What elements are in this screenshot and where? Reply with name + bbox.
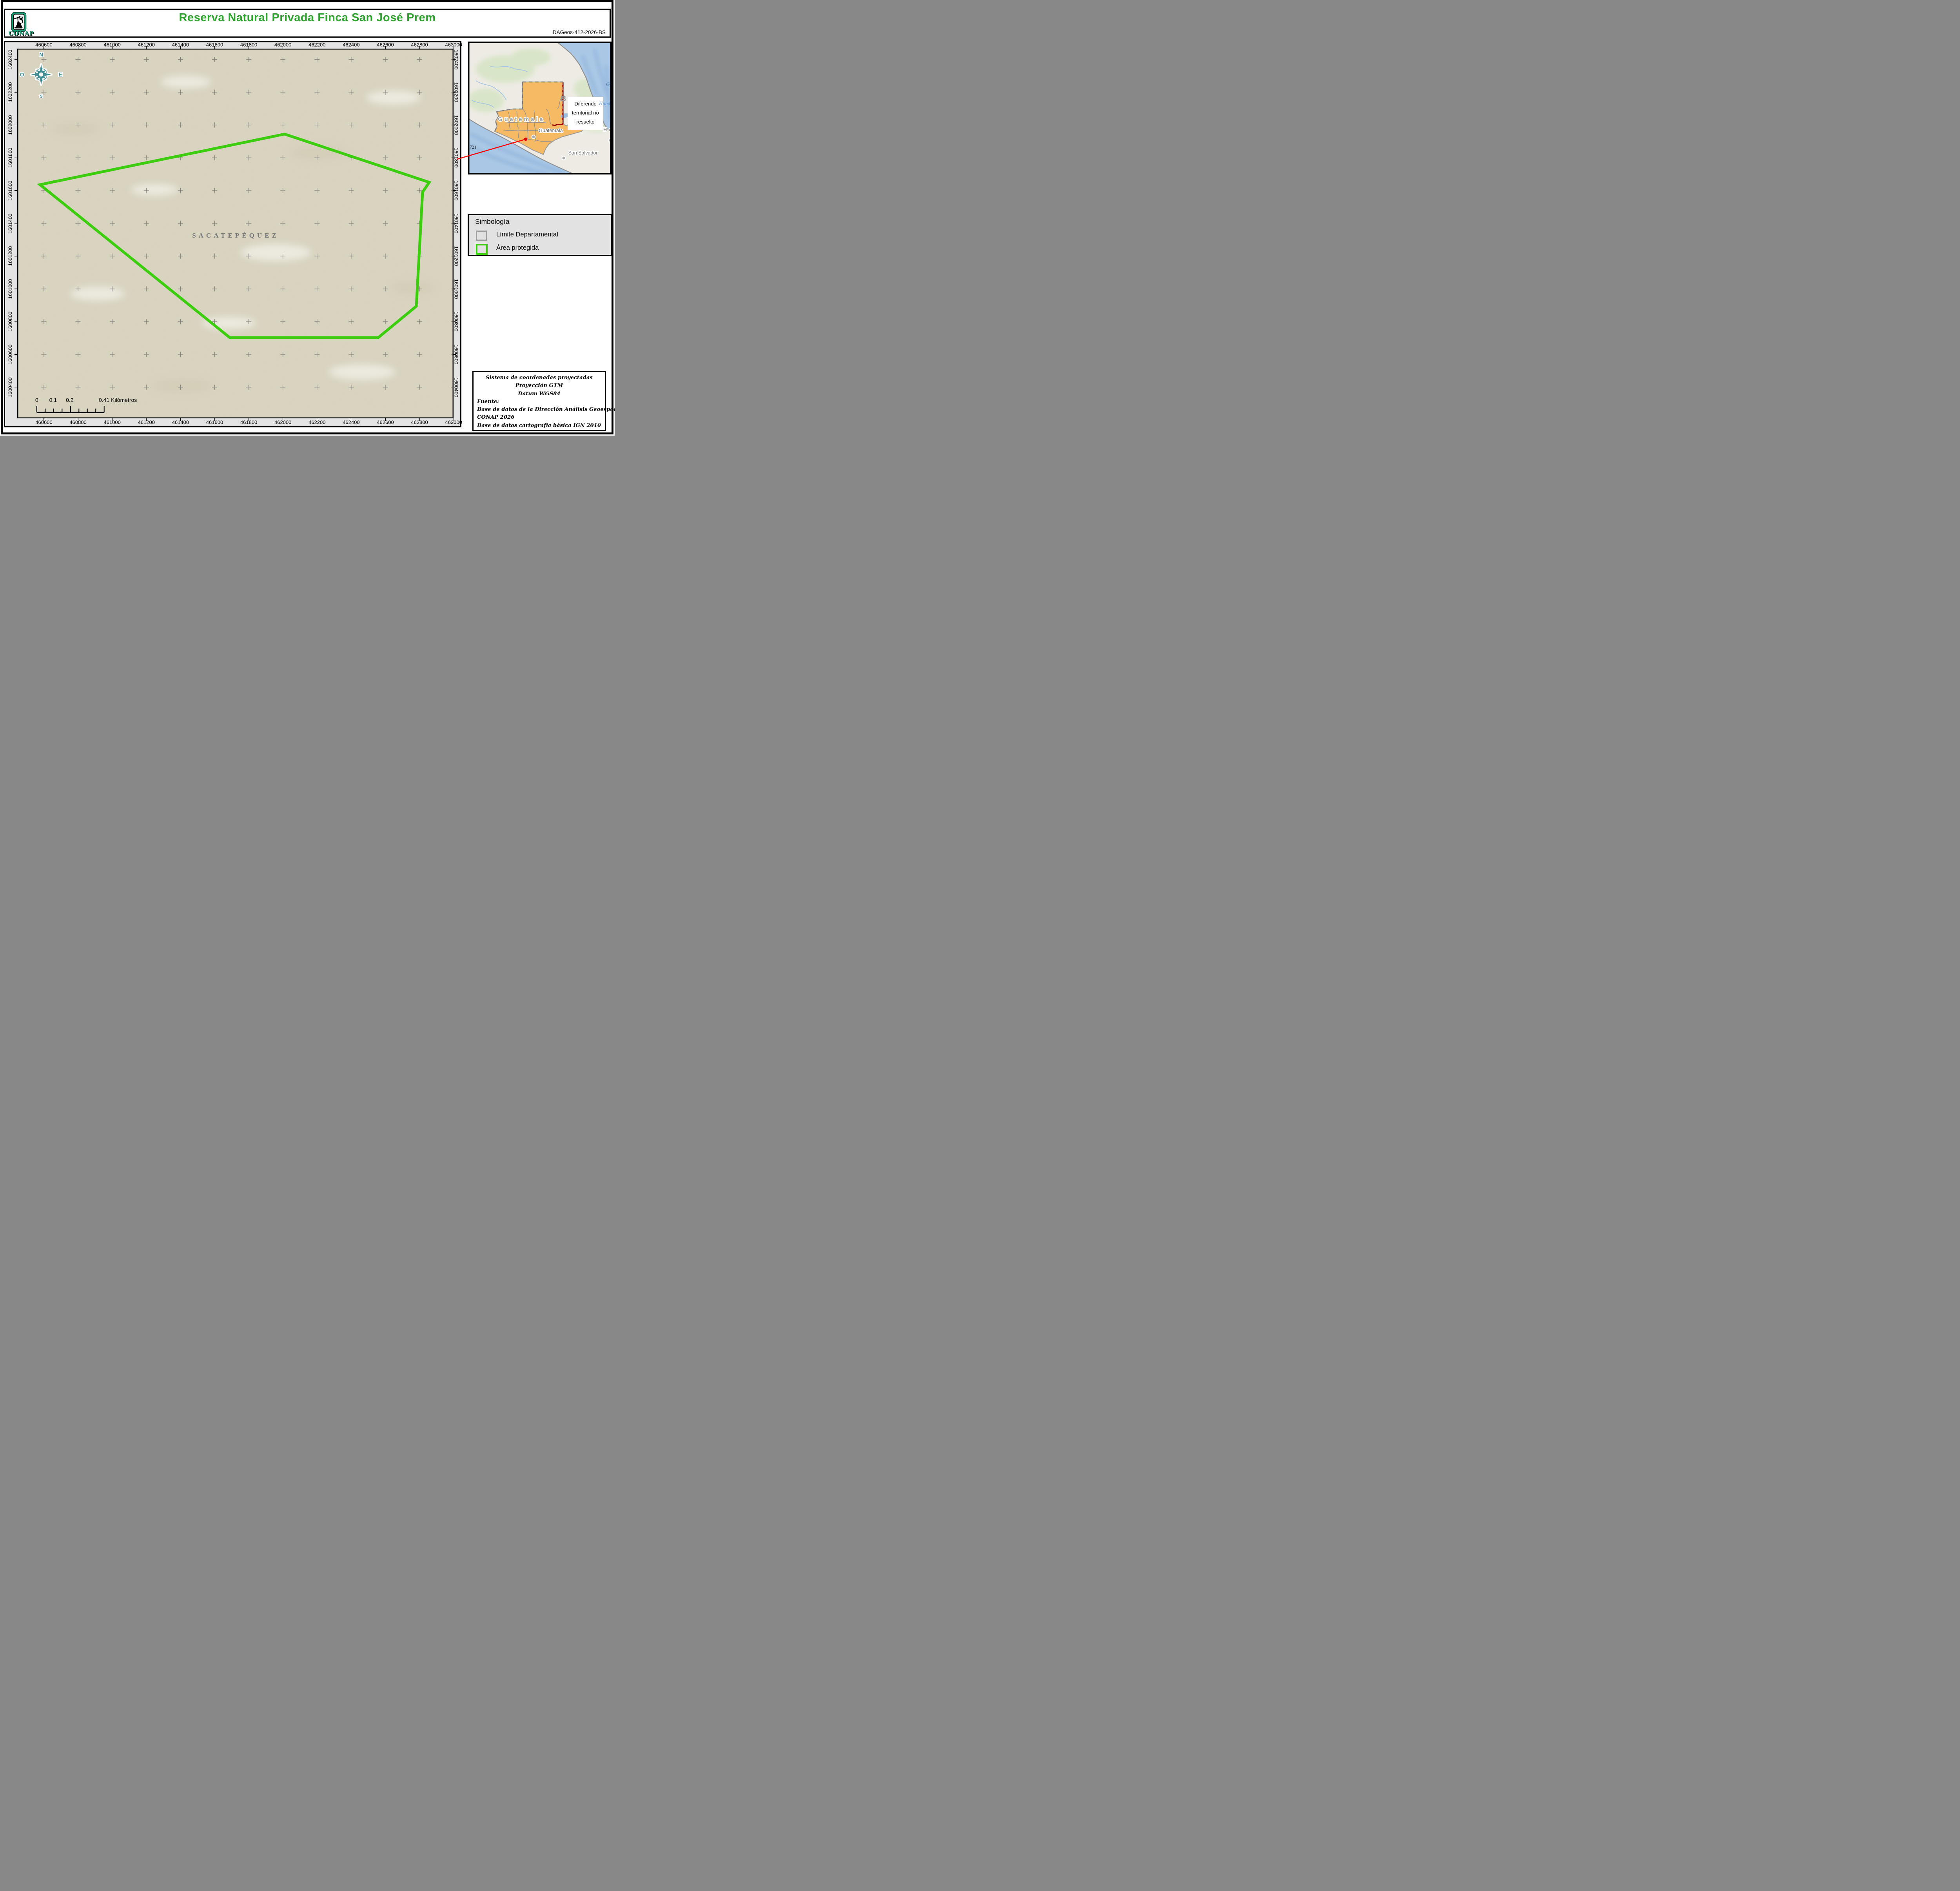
compass-e-label: E: [58, 71, 62, 78]
departmental-limit-swatch: [476, 231, 487, 241]
source-line-1: Base de datos de la Dirección Análisis G…: [477, 407, 615, 413]
inset-san-salvador-dot: [561, 156, 566, 160]
page-title: Reserva Natural Privada Finca San José P…: [179, 11, 436, 24]
graticule-tick: [112, 46, 113, 49]
inset-belize-label: B: [561, 94, 566, 103]
graticule-tick: [419, 46, 420, 49]
inset-locator-map: B Diferendo territorial no resuelto Guat…: [468, 42, 612, 174]
graticule-tick: [180, 46, 181, 49]
protected-area-swatch: [476, 244, 488, 255]
crs-line: Sistema de coordenadas proyectadas: [486, 375, 593, 381]
y-axis-label-left: 1602400: [7, 49, 13, 69]
map-code: DAGeos-412-2026-BS: [552, 29, 606, 35]
inset-gulf-label-2: Hond: [599, 100, 610, 106]
graticule-tick: [112, 418, 113, 421]
y-axis-label-left: 1600400: [7, 377, 13, 397]
y-axis-label-left: 1600800: [7, 312, 13, 332]
source-line-2: CONAP 2026: [477, 414, 515, 421]
legend-item-label: Área protegida: [496, 244, 539, 251]
graticule-tick: [146, 418, 147, 421]
svg-text:resuelto: resuelto: [576, 119, 594, 125]
source-info-box: Sistema de coordenadas proyectadas Proye…: [472, 371, 615, 431]
map-document: CONAP Reserva Natural Privada Finca San …: [0, 0, 615, 436]
projection-line: Proyección GTM: [515, 383, 563, 389]
main-map: 460600 460600 460800 460800 461000 461000 4612…: [4, 41, 462, 427]
y-axis-label-left: 1601000: [7, 279, 13, 299]
y-axis-label-left: 1601400: [7, 213, 13, 233]
scalebar-label-01: 0.1: [49, 397, 57, 403]
graticule-tick: [180, 418, 181, 421]
graticule-tick: [454, 190, 456, 191]
compass-s-label: S: [40, 94, 42, 99]
y-axis-label-left: 1600600: [7, 344, 13, 365]
scalebar-label-02: 0.2: [66, 397, 74, 403]
svg-text:territorial no: territorial no: [572, 110, 599, 116]
header: CONAP Reserva Natural Privada Finca San …: [4, 9, 611, 38]
department-label: SACATEPÉQUEZ: [192, 232, 279, 239]
graticule-tick: [214, 418, 215, 421]
inset-country-label: Guatemala: [498, 116, 544, 123]
compass-o-label: O: [20, 71, 24, 78]
y-axis-label-left: 1602000: [7, 115, 13, 135]
compass-n-label: N: [39, 51, 43, 58]
inset-canvas: B Diferendo territorial no resuelto Guat…: [468, 42, 612, 174]
graticule-tick: [146, 46, 147, 49]
datum-line: Datum WGS84: [518, 391, 561, 397]
inset-guatemala-city-dot: [531, 134, 536, 139]
y-axis-label-left: 1601800: [7, 148, 13, 168]
source-heading: Fuente:: [477, 398, 499, 405]
scalebar-label-041: 0.41 Kilómetros: [99, 397, 137, 403]
inset-city2-label: San Salvador: [568, 150, 597, 156]
graticule-tick: [454, 92, 456, 93]
inset-city-label: Guatemala: [539, 128, 563, 133]
legend-item-area: Área protegida: [469, 244, 611, 255]
graticule-tick: [454, 59, 456, 60]
graticule-tick: [15, 59, 17, 60]
source-line-3: Base de datos cartografía básica IGN 201…: [477, 422, 601, 429]
graticule-tick: [15, 92, 17, 93]
inset-depth-label: 721: [470, 145, 477, 150]
graticule-tick: [419, 418, 420, 421]
graticule-tick: [15, 190, 17, 191]
map-canvas: SACATEPÉQUEZ N E S O 0 0.1 0.2 0.41 Kiló…: [17, 49, 454, 418]
legend-title: Simbología: [475, 218, 510, 225]
conap-logo-label: CONAP: [9, 30, 34, 37]
y-axis-label-left: 1602200: [7, 82, 13, 102]
legend-item-limite: Límite Departamental: [469, 231, 611, 241]
y-axis-label-left: 1601200: [7, 246, 13, 266]
y-axis-label-left: 1601600: [7, 180, 13, 201]
legend: Simbología Límite Departamental Área pro…: [468, 214, 612, 256]
graticule-tick: [214, 46, 215, 49]
svg-text:Diferendo: Diferendo: [574, 101, 596, 107]
scalebar-label-0: 0: [35, 397, 38, 403]
legend-item-label: Límite Departamental: [496, 231, 558, 238]
